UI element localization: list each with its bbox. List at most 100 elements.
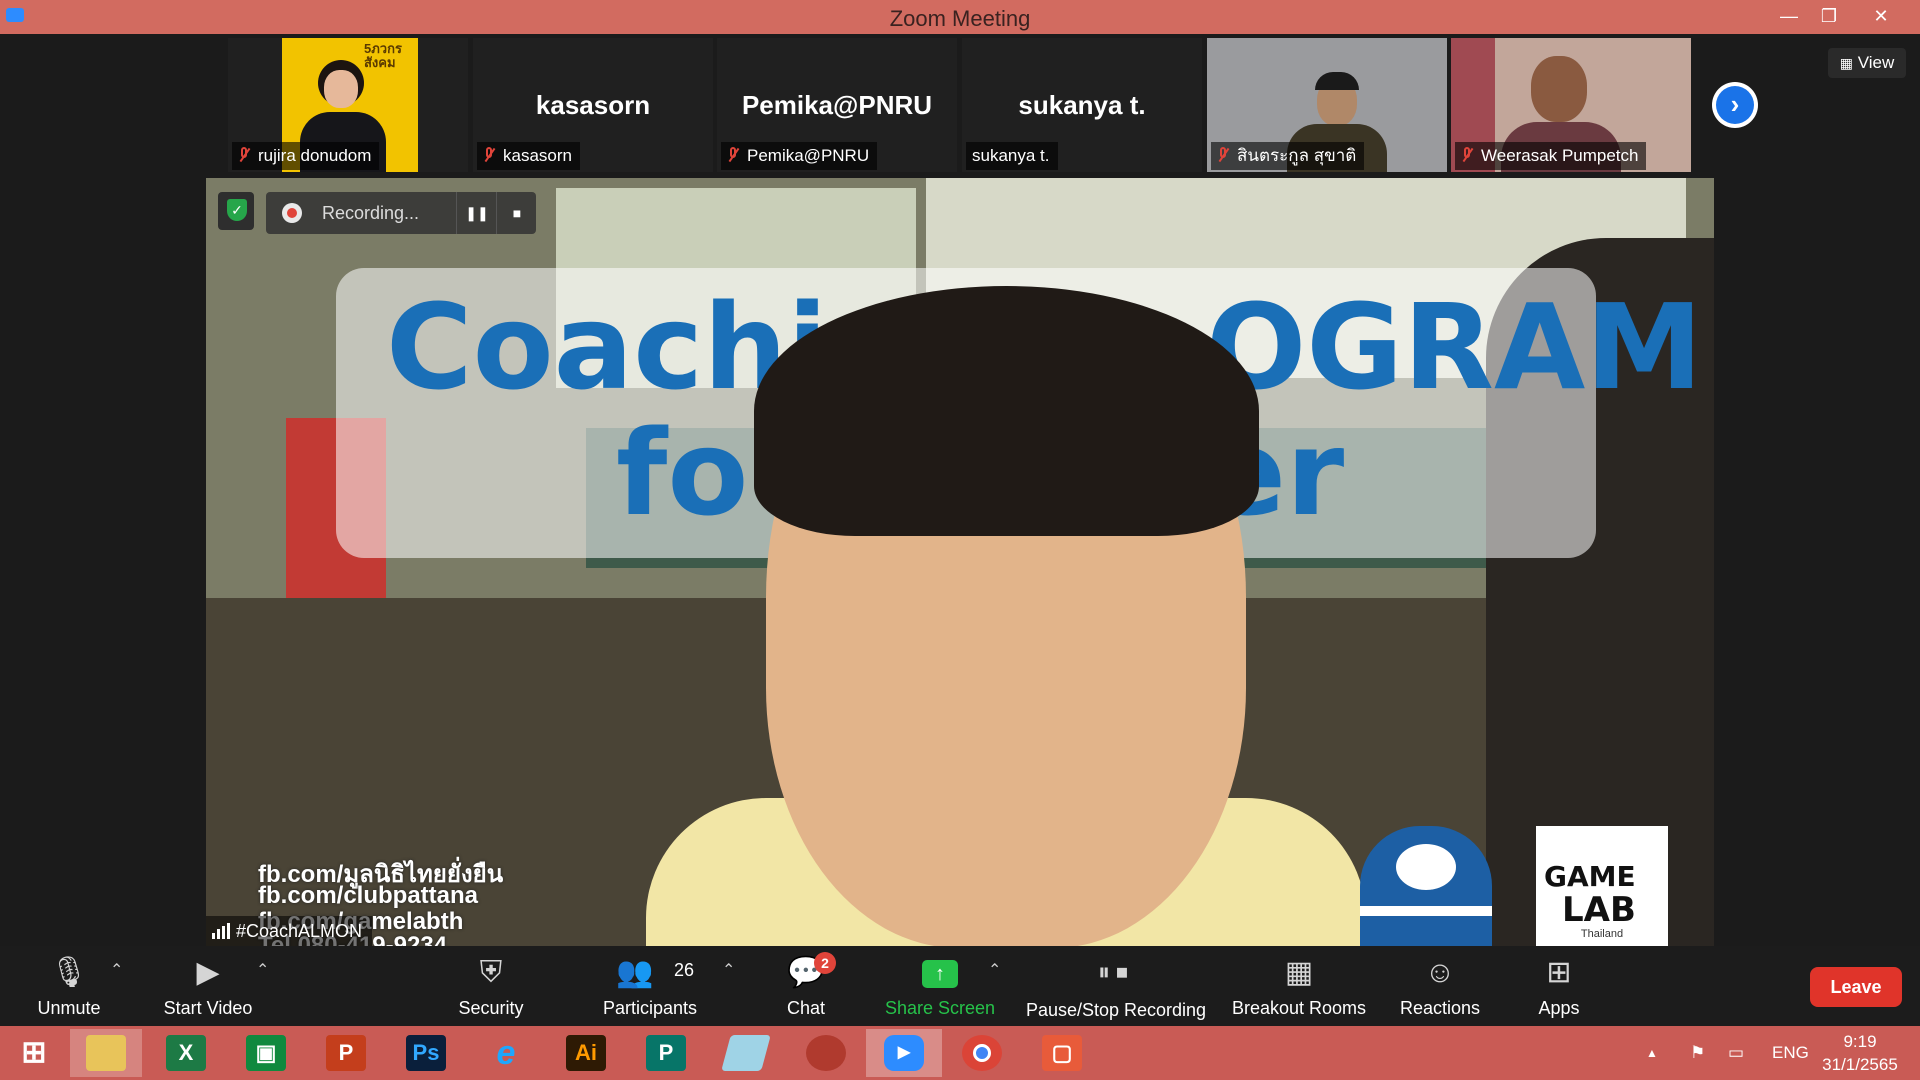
security-button[interactable]: ⛨ Security	[446, 946, 536, 1026]
photoscape-icon	[806, 1035, 846, 1071]
pause-recording-button[interactable]: ❚❚	[456, 192, 497, 234]
taskbar-notes[interactable]	[710, 1029, 782, 1077]
gamelab-logo: GAME LAB Thailand	[1536, 826, 1668, 946]
signal-strength-icon	[212, 923, 232, 939]
pause-stop-recording-label: Pause/Stop Recording	[1025, 1000, 1207, 1020]
participant-tile-rujira[interactable]: 5ภวกร สังคม rujira donudom	[228, 38, 468, 172]
pause-stop-recording-button[interactable]: ⏸⏹ Pause/Stop Recording	[1024, 946, 1208, 1026]
chat-unread-badge: 2	[814, 952, 836, 974]
share-options-caret-icon[interactable]: ⌃	[988, 960, 1001, 980]
speaker-hair	[754, 286, 1259, 536]
participant-label: sukanya t.	[966, 142, 1058, 170]
illustrator-icon: Ai	[566, 1035, 606, 1071]
mic-muted-icon	[238, 147, 250, 163]
participants-options-caret-icon[interactable]: ⌃	[722, 960, 735, 980]
participant-label: Pemika@PNRU	[721, 142, 878, 170]
apps-button[interactable]: ⊞ Apps	[1518, 946, 1600, 1026]
close-button[interactable]: ✕	[1858, 2, 1904, 30]
participant-label: kasasorn	[477, 142, 580, 170]
video-off-icon: ▶	[196, 956, 220, 989]
store-icon: ▣	[246, 1035, 286, 1071]
video-options-caret-icon[interactable]: ⌃	[256, 960, 269, 980]
taskbar-clock[interactable]: 9:19 31/1/2565	[1800, 1030, 1920, 1076]
participant-display-name: Pemika@PNRU	[741, 90, 933, 120]
audio-options-caret-icon[interactable]: ⌃	[110, 960, 123, 980]
mic-muted-icon	[483, 147, 495, 163]
taskbar-photoshop[interactable]: Ps	[390, 1029, 462, 1077]
start-button[interactable]: ⊞	[0, 1029, 66, 1077]
windows-logo-icon: ⊞	[21, 1036, 47, 1069]
breakout-rooms-icon: ▦	[1284, 956, 1314, 989]
view-label: View	[1857, 53, 1895, 72]
stop-recording-button[interactable]: ■	[496, 192, 537, 234]
person-face	[324, 70, 358, 108]
participants-button[interactable]: 👥 26 Participants	[596, 946, 704, 1026]
next-page-button[interactable]: ›	[1712, 82, 1758, 128]
active-speaker-video: Coachin OGRAM fo er fb.com/มูลนิธิไทยยั่…	[206, 178, 1714, 946]
chat-button[interactable]: 💬 2 Chat	[776, 946, 836, 1026]
share-screen-icon: ↑	[922, 960, 958, 988]
tray-overflow-icon[interactable]: ▲	[1646, 1026, 1658, 1080]
taskbar-photoscape[interactable]	[790, 1029, 862, 1077]
breakout-rooms-button[interactable]: ▦ Breakout Rooms	[1228, 946, 1370, 1026]
person-face	[1531, 56, 1587, 122]
taskbar-publisher[interactable]: P	[630, 1029, 702, 1077]
mic-muted-icon: 🎙	[49, 956, 89, 989]
network-icon[interactable]: ▭	[1728, 1026, 1744, 1080]
participant-tile-kasasorn[interactable]: kasasorn kasasorn	[473, 38, 713, 172]
gamelab-logo-thailand: Thailand	[1580, 928, 1624, 940]
unmute-button[interactable]: 🎙 Unmute	[18, 946, 120, 1026]
reactions-label: Reactions	[1399, 998, 1481, 1018]
taskbar-file-explorer[interactable]	[70, 1029, 142, 1077]
participant-name: kasasorn	[503, 146, 572, 165]
participant-label: rujira donudom	[232, 142, 380, 170]
participant-tile-pemika[interactable]: Pemika@PNRU Pemika@PNRU	[717, 38, 957, 172]
wave-stripe	[1360, 906, 1492, 916]
mic-muted-icon	[1461, 147, 1473, 163]
grid-icon: ▦	[1839, 55, 1853, 71]
participant-display-name: kasasorn	[535, 90, 651, 120]
foundation-logo	[1360, 826, 1492, 946]
start-video-label: Start Video	[163, 998, 253, 1018]
chrome-icon	[962, 1035, 1002, 1071]
participant-tile-sintrakul[interactable]: สินตระกูล สุขาติ	[1207, 38, 1447, 172]
security-shield-icon[interactable]	[218, 192, 254, 230]
speaker-name-chip: #CoachALMON	[206, 916, 373, 946]
shield-icon: ⛨	[479, 956, 503, 989]
office-lens-icon: ▢	[1042, 1035, 1082, 1071]
people-icon: 👥	[616, 956, 654, 989]
taskbar-store[interactable]: ▣	[230, 1029, 302, 1077]
taskbar-office-lens[interactable]: ▢	[1026, 1029, 1098, 1077]
participants-label: Participants	[602, 998, 698, 1018]
taskbar-zoom[interactable]: ▶	[866, 1029, 942, 1077]
gamelab-logo-game: GAME	[1544, 860, 1636, 893]
recording-label: Recording...	[322, 203, 420, 223]
taskbar-internet-explorer[interactable]: e	[470, 1029, 542, 1077]
view-button[interactable]: ▦ View	[1828, 48, 1906, 78]
person-hair	[1315, 72, 1359, 90]
restore-button[interactable]: ❐	[1806, 2, 1852, 30]
taskbar-illustrator[interactable]: Ai	[550, 1029, 622, 1077]
mic-muted-icon	[727, 147, 739, 163]
participant-tile-weerasak[interactable]: Weerasak Pumpetch	[1451, 38, 1691, 172]
action-center-flag-icon[interactable]: ⚑	[1690, 1026, 1705, 1080]
participants-count: 26	[674, 960, 695, 980]
speaker-name: #CoachALMON	[236, 921, 363, 941]
breakout-rooms-label: Breakout Rooms	[1231, 998, 1367, 1018]
start-video-button[interactable]: ▶ Start Video	[152, 946, 264, 1026]
share-screen-label: Share Screen	[884, 998, 996, 1018]
participant-tile-sukanya[interactable]: sukanya t. sukanya t.	[962, 38, 1202, 172]
taskbar-chrome[interactable]	[946, 1029, 1018, 1077]
excel-icon: X	[166, 1035, 206, 1071]
leave-button[interactable]: Leave	[1810, 967, 1902, 1007]
share-screen-button[interactable]: ↑ Share Screen	[882, 946, 998, 1026]
participant-name: สินตระกูล สุขาติ	[1237, 146, 1357, 165]
taskbar-powerpoint[interactable]: P	[310, 1029, 382, 1077]
chrome-center	[973, 1044, 991, 1062]
clock-time: 9:19	[1843, 1032, 1877, 1051]
participant-name: Pemika@PNRU	[747, 146, 870, 165]
apps-label: Apps	[1538, 998, 1580, 1018]
reactions-button[interactable]: ☺ Reactions	[1390, 946, 1490, 1026]
taskbar-excel[interactable]: X	[150, 1029, 222, 1077]
photoshop-icon: Ps	[406, 1035, 446, 1071]
